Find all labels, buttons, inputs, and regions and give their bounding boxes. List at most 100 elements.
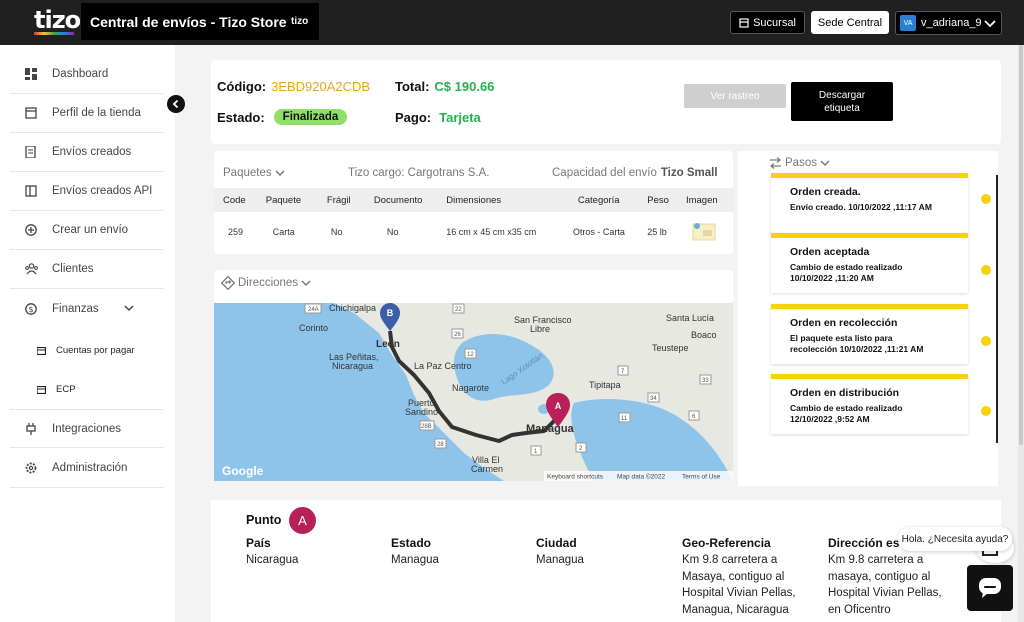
direccion-line: Km 9.8 carretera a (828, 554, 924, 566)
map[interactable]: B A Chichigalpa Corinto León Las Peñitas… (214, 303, 733, 481)
geo-line: Km 9.8 carretera a (682, 554, 778, 566)
col-fragil: Frágil (313, 188, 364, 212)
chevron-down-icon (124, 305, 134, 312)
app-title: Central de envíos - Tizo Store (90, 14, 287, 30)
map-canvas[interactable]: B A Chichigalpa Corinto León Las Peñitas… (214, 303, 733, 481)
direccion-line: en Oficentro (828, 603, 891, 616)
sidebar-item-label: Envíos creados (52, 146, 132, 158)
punto-badge: A (289, 507, 316, 534)
paquetes-tab[interactable]: Paquetes (223, 167, 285, 179)
paquetes-tab-label: Paquetes (223, 167, 272, 179)
map-label: Libre (530, 324, 550, 334)
cell-imagen[interactable] (683, 212, 734, 252)
sidebar: Dashboard Perfil de la tienda Envíos cre… (0, 45, 175, 622)
geo-line: Masaya, contiguo al (682, 570, 785, 583)
codigo-row: Código: 3EBD920A2CDB (217, 79, 370, 94)
sidebar-item-administracion[interactable]: Administración (10, 449, 164, 488)
pais-head: País (246, 536, 271, 550)
avatar: VA (900, 15, 916, 31)
step-desc: 12/10/2022 ,9:52 AM (790, 414, 870, 424)
map-label: Carmen (471, 464, 503, 474)
sidebar-item-label: Envíos creados API (52, 185, 153, 197)
ver-rastreo-button[interactable]: Ver rastreo (684, 84, 786, 108)
user-menu[interactable]: VA v_adriana_9 (895, 11, 1002, 35)
step-desc: Cambio de estado realizado (790, 403, 903, 413)
chevron-down-icon (301, 280, 311, 287)
step-card: Orden en distribución Cambio de estado r… (771, 374, 968, 434)
tizo-logo[interactable]: tizo (32, 6, 81, 36)
total-value: C$ 190.66 (434, 79, 495, 94)
money-icon: $ (24, 302, 38, 316)
direcciones-tab-label: Direcciones (238, 277, 299, 289)
pago-label: Pago: (395, 110, 432, 125)
user-name: v_adriana_9 (921, 17, 982, 29)
chat-button[interactable] (967, 565, 1013, 611)
step-card: Orden en recolección El paquete esta lis… (771, 304, 968, 364)
col-code: Code (214, 188, 253, 212)
sidebar-item-clientes[interactable]: Clientes (10, 250, 164, 289)
top-bar: tizo Central de envíos - Tizo Store tizo… (0, 0, 1024, 45)
sidebar-collapse-button[interactable] (167, 95, 185, 113)
direccion-line: Hospital Vivian Pellas, (828, 587, 942, 599)
capacity-label: Capacidad del envío (552, 167, 657, 179)
sucursal-button[interactable]: Sucursal (730, 11, 805, 34)
sidebar-item-crear[interactable]: Crear un envío (10, 211, 164, 250)
packages-table-wrap: Code Paquete Frágil Documento Dimensione… (214, 188, 734, 252)
wallet-icon (36, 346, 46, 356)
pasos-tab[interactable]: Pasos (769, 157, 830, 169)
map-label: Santa Lucía (666, 313, 714, 323)
sidebar-subitem-ecp[interactable]: ECP (10, 370, 164, 409)
col-paquete: Paquete (252, 188, 314, 212)
step-card: Orden creada. Envío creado. 10/10/2022 ,… (771, 173, 968, 233)
map-label: Managua (526, 423, 575, 435)
lagoon (531, 377, 547, 389)
map-label: León (376, 339, 400, 350)
sidebar-item-perfil[interactable]: Perfil de la tienda (10, 94, 164, 133)
pin-b-label: B (387, 308, 394, 318)
pais-line: Nicaragua (246, 554, 299, 566)
step-desc: Envío creado. 10/10/2022 ,11:17 AM (790, 202, 932, 212)
col-documento: Documento (363, 188, 437, 212)
chat-greeting-bubble[interactable]: Hola. ¿Necesita ayuda? (898, 527, 1012, 551)
table-header-row: Code Paquete Frágil Documento Dimensione… (214, 188, 734, 212)
ciudad-value: Managua (536, 552, 584, 569)
sidebar-item-envios[interactable]: Envíos creados (10, 133, 164, 172)
geo-value: Km 9.8 carretera a Masaya, contiguo al H… (682, 552, 796, 618)
map-label: La Paz Centro (414, 361, 472, 371)
cell-paquete: Carta (272, 227, 295, 237)
map-label: Chichigalpa (329, 303, 376, 313)
pasos-tab-label: Pasos (785, 157, 817, 169)
col-dimensiones: Dimensiones (436, 188, 573, 212)
chat-icon (979, 578, 1001, 598)
step-title: Orden creada. (790, 186, 861, 198)
terms-link[interactable]: Terms of Use (682, 474, 721, 481)
timeline-dot (981, 194, 991, 204)
sidebar-item-integraciones[interactable]: Integraciones (10, 409, 164, 448)
sede-central-button[interactable]: Sede Central (811, 11, 889, 34)
chat-greeting-text: Hola. ¿Necesita ayuda? (901, 533, 1009, 545)
geo-head: Geo-Referencia (682, 536, 771, 550)
step-title: Orden en distribución (790, 387, 900, 399)
store-icon (739, 17, 749, 28)
sidebar-subitem-cuentas[interactable]: Cuentas por pagar (10, 331, 164, 370)
direccion-value: Km 9.8 carretera a masaya, contiguo al H… (828, 552, 942, 618)
scrollbar-thumb[interactable] (1019, 45, 1023, 445)
estado-line: Managua (391, 554, 439, 566)
chevron-down-icon (275, 170, 285, 177)
sidebar-item-dashboard[interactable]: Dashboard (10, 55, 164, 94)
estado-value: Managua (391, 552, 439, 569)
step-desc: El paquete esta listo para (790, 333, 893, 343)
codigo-label: Código: (217, 79, 267, 94)
sidebar-item-envios-api[interactable]: Envíos creados API (10, 172, 164, 211)
direcciones-tab[interactable]: Direcciones (221, 276, 311, 290)
step-title: Orden en recolección (790, 317, 898, 329)
step-card: Orden aceptada Cambio de estado realizad… (771, 233, 968, 293)
road-label: 26 (454, 332, 461, 338)
descargar-etiqueta-button[interactable]: Descargar etiqueta (791, 82, 893, 121)
document-icon (24, 145, 38, 159)
sidebar-item-finanzas[interactable]: $ Finanzas (10, 289, 164, 328)
logo-text: tizo (34, 6, 81, 34)
package-image-icon (692, 223, 716, 241)
keyboard-shortcuts-link[interactable]: Keyboard shortcuts (547, 474, 604, 481)
map-data-text: Map data ©2022 (617, 473, 666, 481)
